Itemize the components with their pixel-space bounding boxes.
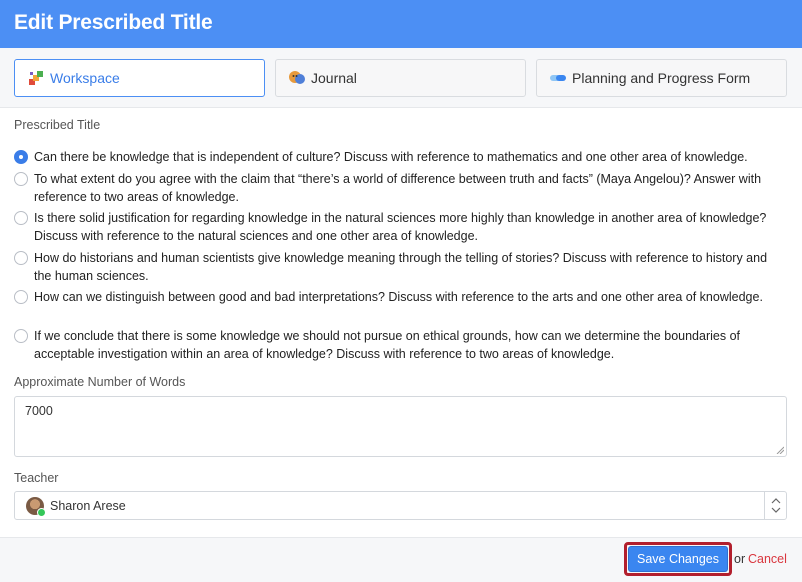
- prescribed-title-label: Prescribed Title: [14, 118, 101, 132]
- teacher-select[interactable]: Sharon Arese: [14, 491, 787, 520]
- radio-button[interactable]: [14, 211, 28, 225]
- word-count-label: Approximate Number of Words: [14, 375, 186, 389]
- radio-button[interactable]: [14, 329, 28, 343]
- online-status-icon: [37, 508, 46, 517]
- save-changes-button[interactable]: Save Changes: [628, 546, 728, 572]
- option-text: How do historians and human scientists g…: [34, 251, 768, 283]
- tab-label: Workspace: [50, 70, 120, 86]
- tab-journal[interactable]: Journal: [275, 59, 526, 97]
- dialog-title: Edit Prescribed Title: [14, 11, 213, 34]
- tab-planning-and-progress-form[interactable]: Planning and Progress Form: [536, 59, 787, 97]
- word-count-value: 7000: [25, 404, 53, 418]
- option-text: How can we distinguish between good and …: [34, 290, 763, 304]
- tab-bar: Workspace Journal Planning and Progress …: [0, 48, 802, 108]
- tab-label: Journal: [311, 70, 357, 86]
- dialog-header: Edit Prescribed Title: [0, 0, 802, 48]
- tab-workspace[interactable]: Workspace: [14, 59, 265, 97]
- cancel-link[interactable]: Cancel: [748, 552, 787, 566]
- select-stepper[interactable]: [764, 492, 786, 519]
- teacher-name: Sharon Arese: [50, 499, 126, 513]
- radio-button[interactable]: [14, 290, 28, 304]
- word-count-input[interactable]: 7000: [14, 396, 787, 457]
- resize-grip-icon[interactable]: [776, 446, 784, 454]
- or-text: or: [734, 552, 746, 566]
- journal-icon: [288, 69, 306, 87]
- radio-button[interactable]: [14, 251, 28, 265]
- option-text: If we conclude that there is some knowle…: [34, 329, 740, 361]
- chevron-up-down-icon: [771, 498, 781, 513]
- tab-label: Planning and Progress Form: [572, 70, 751, 86]
- option-text: Can there be knowledge that is independe…: [34, 150, 748, 164]
- radio-button-selected[interactable]: [14, 150, 28, 164]
- radio-button[interactable]: [14, 172, 28, 186]
- planning-icon: [549, 69, 567, 87]
- teacher-label: Teacher: [14, 471, 59, 485]
- workspace-icon: [27, 69, 45, 87]
- option-text: Is there solid justification for regardi…: [34, 211, 767, 243]
- option-text: To what extent do you agree with the cla…: [34, 172, 762, 204]
